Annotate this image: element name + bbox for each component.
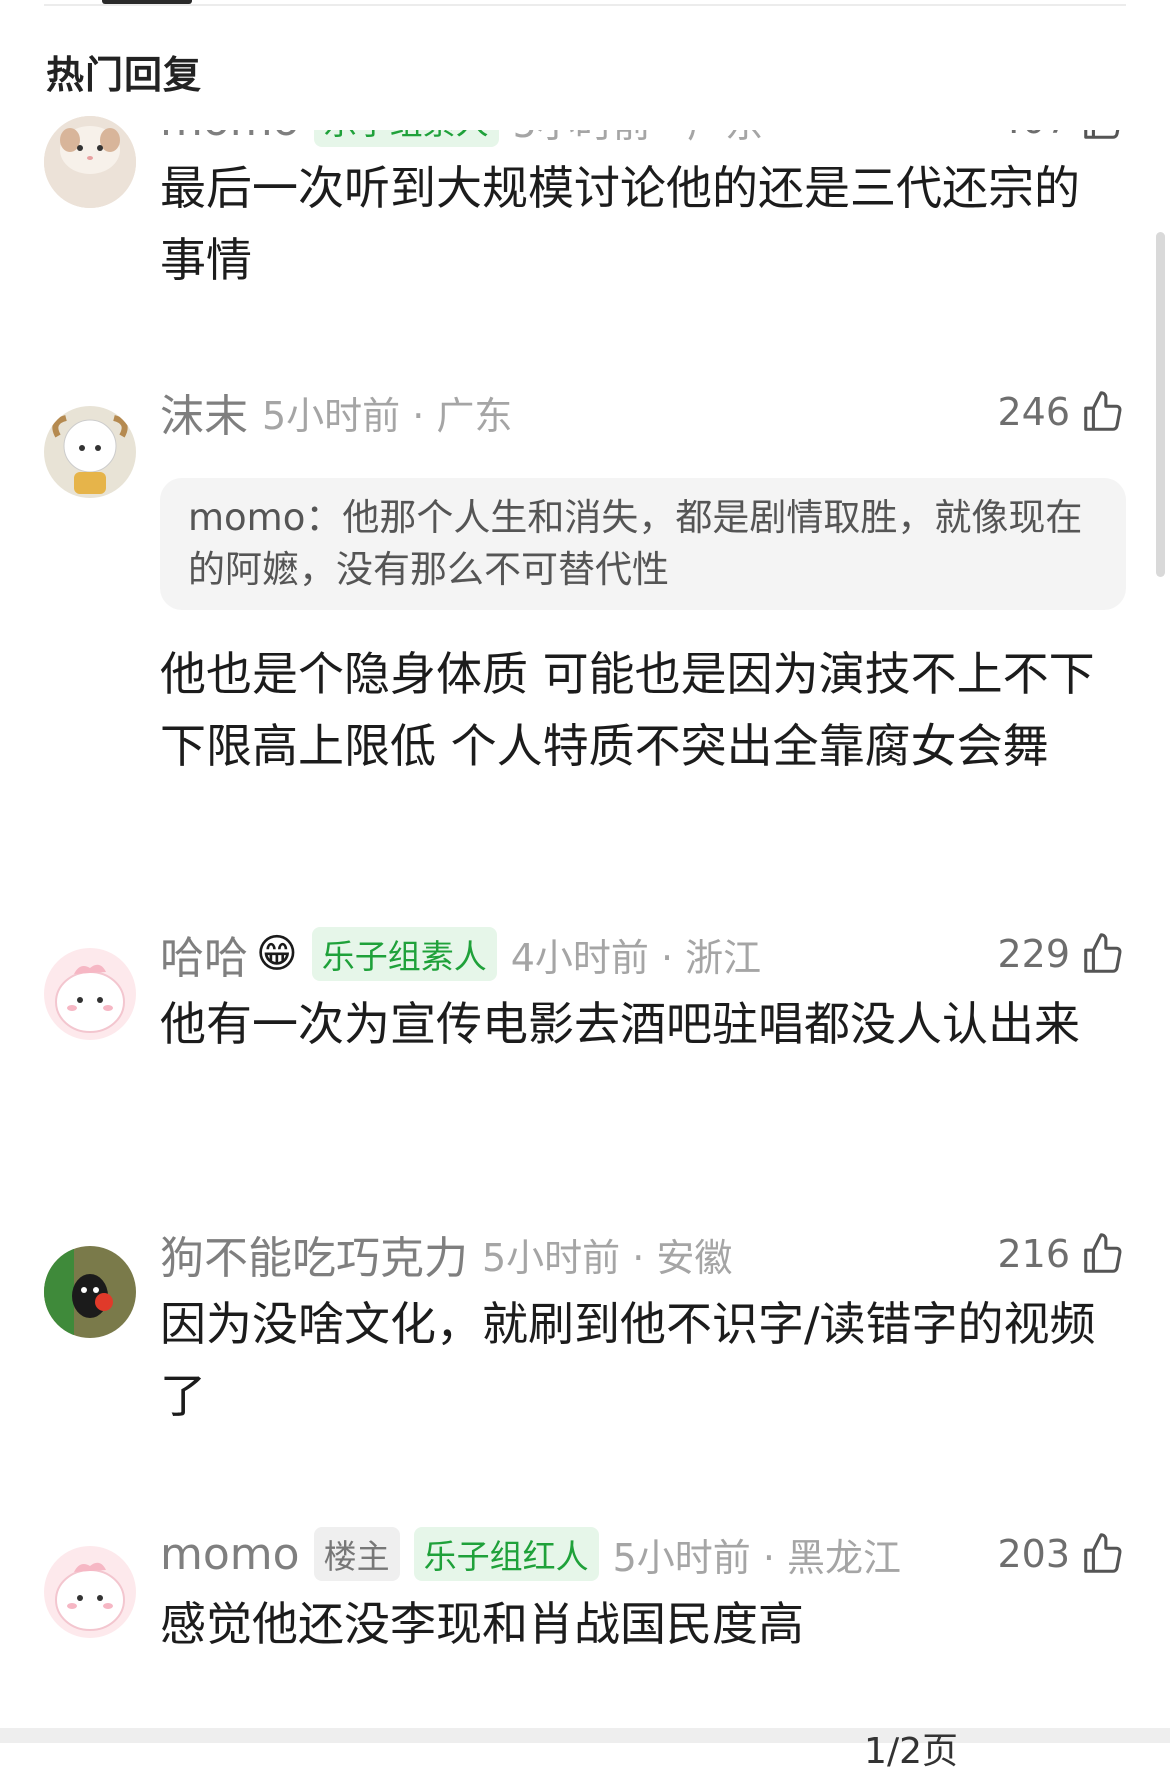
thumbs-up-icon (1084, 391, 1122, 431)
thumbs-up-icon (1084, 933, 1122, 973)
username[interactable]: 沫末 (160, 380, 248, 444)
user-badge: 乐子组素人 (313, 130, 499, 147)
cat-avatar-icon[interactable] (44, 116, 136, 208)
comment-header: momo 乐子组素人 5小时前 · 广东 407 (160, 98, 1126, 150)
quoted-reply[interactable]: momo：他那个人生和消失，都是剧情取胜，就像现在的阿嬷，没有那么不可替代性 (160, 478, 1126, 610)
thumbs-up-icon (1084, 1533, 1122, 1573)
comment-text: 最后一次听到大规模讨论他的还是三代还宗的事情 (160, 161, 1080, 287)
like-count: 216 (997, 1232, 1070, 1276)
username[interactable]: momo (160, 1529, 300, 1580)
like-button[interactable]: 407 (997, 98, 1126, 143)
comment-item: 沫末 5小时前 · 广东 246 momo：他那个人生和消失，都是剧情取胜，就像… (0, 390, 1170, 840)
like-button[interactable]: 203 (997, 1531, 1126, 1577)
thumbs-up-icon (1084, 130, 1120, 139)
comment-item: 狗不能吃巧克力 5小时前 · 安徽 216 因为没啥文化，就刷到他不识字/读错字… (0, 1232, 1170, 1442)
comment-header: 哈哈 😁 乐子组素人 4小时前 · 浙江 229 (160, 924, 1126, 984)
like-button[interactable]: 229 (997, 931, 1126, 977)
like-button[interactable]: 216 (997, 1231, 1126, 1277)
comment-item: momo 乐子组素人 5小时前 · 广东 407 最后一次听到大规模讨论他的还是… (0, 116, 1170, 330)
comment-item: 哈哈 😁 乐子组素人 4小时前 · 浙江 229 他有一次为宣传电影去酒吧驻唱都… (0, 927, 1170, 1142)
active-tab-indicator (102, 0, 192, 4)
username[interactable]: 哈哈 (160, 922, 248, 986)
comment-text: 感觉他还没李现和肖战国民度高 (160, 1597, 804, 1651)
bottom-bar (0, 1728, 1170, 1743)
comment-item: momo 楼主 乐子组红人 5小时前 · 黑龙江 203 感觉他还没李现和肖战国… (0, 1527, 1170, 1682)
pink-creature-avatar-icon[interactable] (44, 1546, 136, 1638)
comment-meta: 5小时前 · 安徽 (482, 1235, 733, 1280)
author-badge: 楼主 (313, 1527, 400, 1581)
user-badge: 乐子组素人 (311, 927, 497, 981)
comment-text: 因为没啥文化，就刷到他不识字/读错字的视频了 (160, 1297, 1096, 1423)
pink-creature-avatar-icon[interactable] (44, 948, 136, 1040)
comment-header: momo 楼主 乐子组红人 5小时前 · 黑龙江 203 (160, 1524, 1126, 1584)
comment-meta: 4小时前 · 浙江 (510, 935, 762, 980)
comment-text: 他也是个隐身体质 可能也是因为演技不上不下 下限高上限低 个人特质不突出全靠腐女… (160, 647, 1095, 773)
like-count: 246 (997, 390, 1070, 434)
comment-meta: 5小时前 · 广东 (262, 393, 513, 438)
comment-meta: 5小时前 · 黑龙江 (612, 1535, 901, 1580)
like-count: 203 (997, 1532, 1070, 1576)
sheep-avatar-icon[interactable] (44, 406, 136, 498)
section-title: 热门回复 (46, 53, 203, 97)
like-count: 407 (997, 98, 1070, 142)
user-badge: 乐子组红人 (413, 1527, 599, 1581)
comment-meta: 5小时前 · 广东 (512, 101, 763, 146)
comment-header: 狗不能吃巧克力 5小时前 · 安徽 216 (160, 1224, 1126, 1284)
grin-emoji-icon: 😁 (256, 931, 298, 977)
username[interactable]: 狗不能吃巧克力 (160, 1222, 468, 1286)
comment-text: 他有一次为宣传电影去酒吧驻唱都没人认出来 (160, 997, 1080, 1051)
username[interactable]: momo (160, 130, 300, 146)
penguin-avatar-icon[interactable] (44, 1246, 136, 1338)
page-indicator[interactable]: 1/2页 (864, 1722, 958, 1774)
top-divider (44, 0, 1126, 6)
thumbs-up-icon (1084, 1233, 1122, 1273)
comment-header: 沫末 5小时前 · 广东 246 (160, 382, 1126, 442)
like-button[interactable]: 246 (997, 389, 1126, 435)
like-count: 229 (997, 932, 1070, 976)
